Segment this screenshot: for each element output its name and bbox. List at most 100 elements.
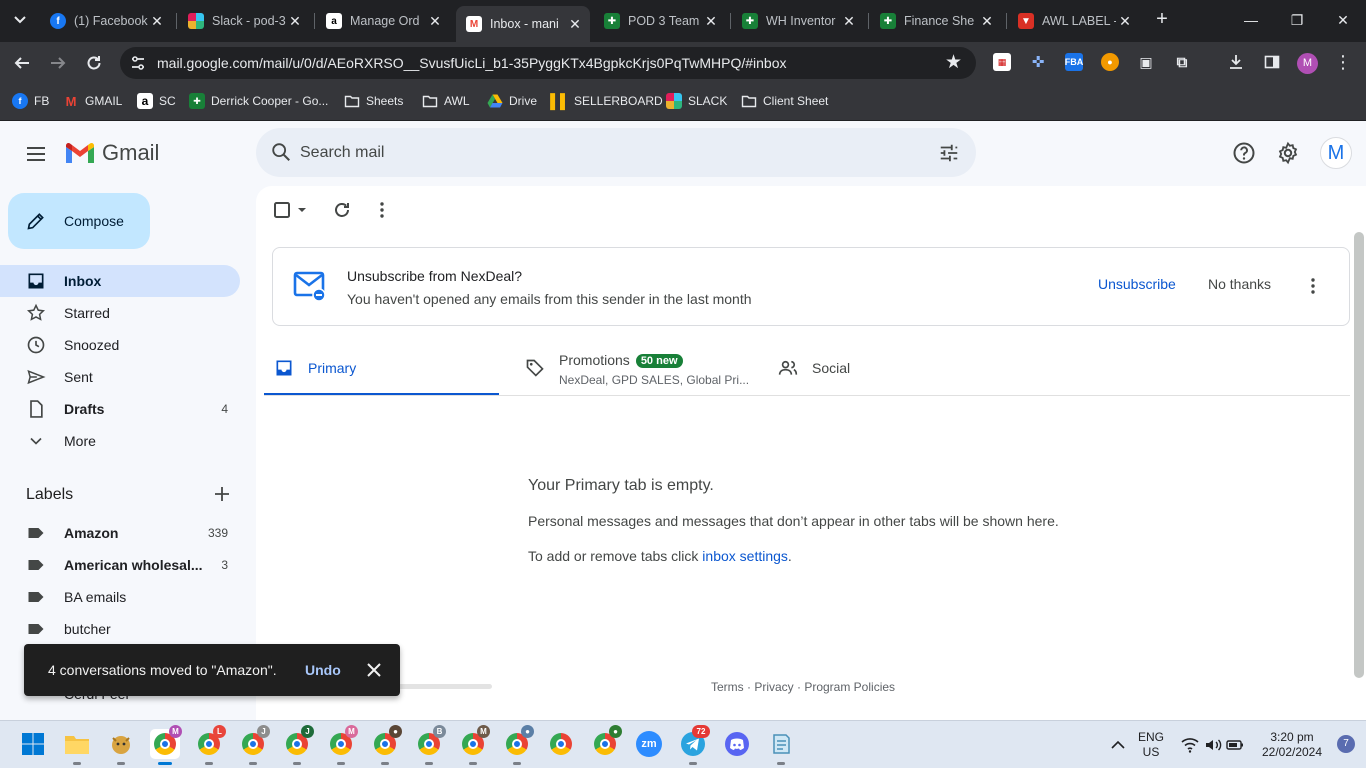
close-tab-icon[interactable]: ✕ bbox=[286, 13, 304, 30]
nav-item-sent[interactable]: Sent bbox=[0, 361, 240, 393]
extensions-puzzle-icon[interactable]: ⧉ bbox=[1173, 53, 1191, 71]
search-input[interactable] bbox=[300, 140, 900, 166]
account-avatar[interactable]: M bbox=[1320, 137, 1352, 169]
tab-promotions[interactable]: Promotions 50 new NexDeal, GPD SALES, Glo… bbox=[515, 340, 760, 396]
taskbar-chrome-profile-m2[interactable]: M bbox=[326, 725, 358, 765]
refresh-icon[interactable] bbox=[332, 200, 352, 220]
taskbar-chrome-profile-j2[interactable]: J bbox=[282, 725, 314, 765]
browser-tab-awl-label[interactable]: ▼ AWL LABEL - ✕ bbox=[1008, 6, 1140, 36]
browser-tab-amazon[interactable]: a Manage Ord ✕ bbox=[316, 6, 450, 36]
label-item-american-wholesale[interactable]: American wholesal... 3 bbox=[0, 549, 240, 581]
label-item-ba-emails[interactable]: BA emails bbox=[0, 581, 240, 613]
taskbar-chrome-profile-j[interactable]: J bbox=[238, 725, 270, 765]
browser-tab-wh-inventory[interactable]: ✚ WH Inventor ✕ bbox=[732, 6, 864, 36]
taskbar-app-cat[interactable] bbox=[106, 729, 136, 765]
taskbar-chrome-profile-l[interactable]: L bbox=[194, 725, 226, 765]
bookmark-sheets[interactable]: Sheets bbox=[344, 92, 403, 110]
close-tab-icon[interactable]: ✕ bbox=[426, 13, 444, 30]
banner-more-icon[interactable] bbox=[1303, 276, 1323, 296]
bookmark-fb[interactable]: f FB bbox=[12, 92, 49, 110]
taskbar-chrome-profile-green[interactable]: ● bbox=[590, 725, 622, 759]
undo-button[interactable]: Undo bbox=[305, 662, 341, 678]
inbox-settings-link[interactable]: inbox settings bbox=[702, 548, 788, 564]
bookmark-sc[interactable]: a SC bbox=[137, 92, 176, 110]
forward-button[interactable] bbox=[46, 51, 70, 75]
browser-tab-gmail[interactable]: M Inbox - mani ✕ bbox=[456, 6, 590, 42]
reload-button[interactable] bbox=[82, 51, 106, 75]
nav-item-inbox[interactable]: Inbox bbox=[0, 265, 240, 297]
browser-profile-avatar[interactable]: M bbox=[1297, 53, 1318, 74]
compose-button[interactable]: Compose bbox=[8, 193, 150, 249]
footer-links[interactable]: Terms · Privacy · Program Policies bbox=[711, 680, 895, 694]
bookmark-sellerboard[interactable]: ▌▌ SELLERBOARD bbox=[550, 92, 663, 110]
taskbar-chrome-profile-photo[interactable]: ● bbox=[370, 725, 402, 765]
nav-item-drafts[interactable]: Drafts 4 bbox=[0, 393, 240, 425]
bookmark-gmail[interactable]: M GMAIL bbox=[63, 92, 123, 110]
help-icon[interactable] bbox=[1232, 141, 1256, 165]
close-icon[interactable] bbox=[364, 660, 384, 680]
taskbar-chrome-profile-m3[interactable]: M bbox=[458, 725, 490, 765]
bookmark-awl[interactable]: AWL bbox=[422, 92, 470, 110]
select-all-checkbox[interactable] bbox=[272, 200, 306, 220]
start-button[interactable] bbox=[18, 729, 48, 759]
browser-tab-facebook[interactable]: f (1) Facebook ✕ bbox=[40, 6, 172, 36]
taskbar-chrome-profile-m[interactable]: M bbox=[150, 725, 182, 765]
taskbar-chrome[interactable] bbox=[546, 729, 576, 759]
taskbar-notepad-app[interactable] bbox=[766, 729, 796, 765]
extension-orange-icon[interactable]: ● bbox=[1101, 53, 1119, 71]
browser-tab-finance[interactable]: ✚ Finance She ✕ bbox=[870, 6, 1002, 36]
label-item-butcher[interactable]: butcher bbox=[0, 613, 240, 645]
taskbar-chrome-profile-b[interactable]: B bbox=[414, 725, 446, 765]
label-item-amazon[interactable]: Amazon 339 bbox=[0, 517, 240, 549]
browser-tab-slack[interactable]: Slack - pod-3 ✕ bbox=[178, 6, 310, 36]
quick-settings-button[interactable] bbox=[1178, 721, 1248, 768]
browser-tab-pod3[interactable]: ✚ POD 3 Team ✕ bbox=[594, 6, 726, 36]
tray-overflow-button[interactable] bbox=[1108, 721, 1128, 768]
taskbar-zoom[interactable]: zm bbox=[634, 729, 664, 759]
new-tab-button[interactable]: + bbox=[1150, 8, 1174, 32]
back-button[interactable] bbox=[10, 51, 34, 75]
gmail-logo[interactable]: Gmail bbox=[64, 140, 159, 166]
close-window-button[interactable]: ✕ bbox=[1328, 8, 1358, 32]
taskbar-file-explorer[interactable] bbox=[62, 729, 92, 765]
tab-search-button[interactable] bbox=[8, 8, 32, 32]
downloads-button[interactable] bbox=[1227, 53, 1245, 71]
side-panel-button[interactable] bbox=[1263, 53, 1281, 71]
close-tab-icon[interactable]: ✕ bbox=[978, 13, 996, 30]
no-thanks-button[interactable]: No thanks bbox=[1208, 276, 1271, 292]
camera-extension-icon[interactable]: ▣ bbox=[1137, 53, 1155, 71]
address-bar[interactable]: mail.google.com/mail/u/0/d/AEoRXRSO__Svu… bbox=[120, 47, 976, 79]
close-tab-icon[interactable]: ✕ bbox=[566, 16, 584, 33]
bookmark-drive[interactable]: Drive bbox=[487, 92, 537, 110]
nav-item-starred[interactable]: Starred bbox=[0, 297, 240, 329]
notification-center-button[interactable]: 7 bbox=[1334, 721, 1358, 768]
close-tab-icon[interactable]: ✕ bbox=[148, 13, 166, 30]
taskbar-discord[interactable] bbox=[722, 729, 752, 759]
unsubscribe-button[interactable]: Unsubscribe bbox=[1098, 276, 1176, 292]
site-info-icon[interactable] bbox=[130, 55, 146, 71]
more-options-icon[interactable] bbox=[372, 200, 392, 220]
close-tab-icon[interactable]: ✕ bbox=[840, 13, 858, 30]
extension-puzzle-blue-icon[interactable]: ✜ bbox=[1029, 53, 1047, 71]
search-bar[interactable] bbox=[256, 128, 976, 177]
extension-icon[interactable]: ▦ bbox=[993, 53, 1011, 71]
nav-item-more[interactable]: More bbox=[0, 425, 240, 457]
browser-menu-icon[interactable]: ⋮ bbox=[1333, 52, 1353, 73]
close-tab-icon[interactable]: ✕ bbox=[702, 13, 720, 30]
bookmark-star-icon[interactable]: ★ bbox=[945, 51, 962, 74]
bookmark-client-sheet[interactable]: Client Sheet bbox=[741, 92, 828, 110]
fba-extension-icon[interactable]: FBA bbox=[1065, 53, 1083, 71]
tab-primary[interactable]: Primary bbox=[264, 340, 499, 396]
language-indicator[interactable]: ENG US bbox=[1134, 721, 1168, 768]
search-icon[interactable] bbox=[270, 141, 292, 163]
taskbar-telegram[interactable]: 72 bbox=[678, 725, 710, 765]
main-scrollbar[interactable] bbox=[1354, 232, 1364, 678]
nav-item-snoozed[interactable]: Snoozed bbox=[0, 329, 240, 361]
tab-social[interactable]: Social bbox=[768, 340, 1013, 396]
add-label-icon[interactable] bbox=[212, 484, 232, 504]
taskbar-chrome-profile-blue[interactable]: ● bbox=[502, 725, 534, 765]
minimize-button[interactable]: — bbox=[1236, 8, 1266, 32]
bookmark-slack[interactable]: SLACK bbox=[666, 92, 727, 110]
settings-gear-icon[interactable] bbox=[1276, 141, 1300, 165]
close-tab-icon[interactable]: ✕ bbox=[1116, 13, 1134, 30]
